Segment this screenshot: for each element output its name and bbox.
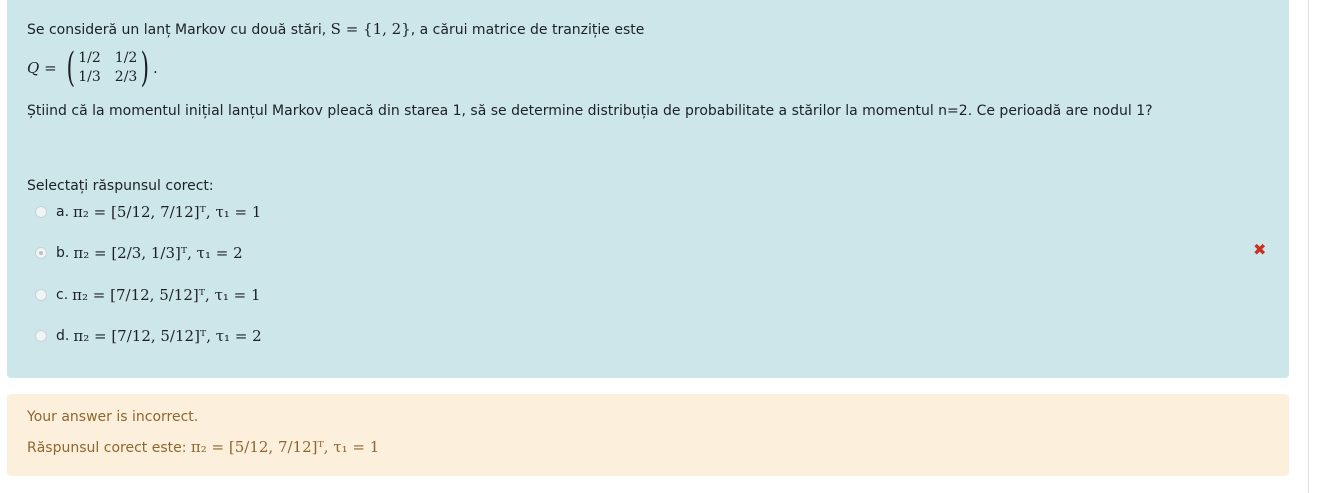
matrix-name: Q = — [27, 59, 57, 77]
answer-option-b[interactable]: b. π₂ = [2/3, 1/3]ᵀ, τ₁ = 2 — [35, 242, 243, 264]
option-formula: π₂ = [7/12, 5/12]ᵀ, τ₁ = 2 — [73, 327, 262, 345]
state-set-formula: S = {1, 2} — [330, 20, 411, 38]
question-intro-tail: , a cărui matrice de tranziție este — [410, 22, 645, 38]
answer-prompt: Selectați răspunsul corect: — [27, 178, 214, 194]
question-content-panel: Se consideră un lanț Markov cu două stăr… — [7, 0, 1289, 378]
option-letter: d. — [56, 328, 70, 344]
incorrect-icon: ✖ — [1253, 240, 1267, 259]
radio-button[interactable] — [35, 206, 47, 218]
radio-button[interactable] — [35, 330, 47, 342]
answer-option-d[interactable]: d. π₂ = [7/12, 5/12]ᵀ, τ₁ = 2 — [35, 325, 262, 347]
question-intro: Se consideră un lanț Markov cu două stăr… — [27, 20, 644, 39]
option-letter: c. — [56, 287, 69, 303]
radio-button-selected[interactable] — [35, 247, 47, 259]
correct-answer-formula: π₂ = [5/12, 7/12]ᵀ, τ₁ = 1 — [190, 438, 380, 456]
feedback-panel: Your answer is incorrect. Răspunsul core… — [7, 394, 1289, 476]
answer-option-a[interactable]: a. π₂ = [5/12, 7/12]ᵀ, τ₁ = 1 — [35, 201, 261, 223]
radio-button[interactable] — [35, 289, 47, 301]
matrix-cell: 1/2 — [78, 50, 101, 66]
option-formula: π₂ = [5/12, 7/12]ᵀ, τ₁ = 1 — [73, 203, 262, 221]
correct-answer: Răspunsul corect este: π₂ = [5/12, 7/12]… — [27, 438, 379, 456]
page-right-border — [1308, 0, 1309, 493]
option-formula: π₂ = [2/3, 1/3]ᵀ, τ₁ = 2 — [73, 244, 243, 262]
option-formula: π₂ = [7/12, 5/12]ᵀ, τ₁ = 1 — [72, 286, 261, 304]
matrix-cell: 1/2 — [114, 50, 138, 66]
correct-answer-label: Răspunsul corect este: — [27, 440, 187, 456]
answer-option-c[interactable]: c. π₂ = [7/12, 5/12]ᵀ, τ₁ = 1 — [35, 284, 261, 306]
option-letter: a. — [56, 204, 70, 220]
option-letter: b. — [56, 245, 70, 261]
matrix-tail: . — [152, 59, 158, 77]
matrix-grid: 1/2 1/2 1/3 2/3 — [78, 50, 137, 86]
question-intro-text: Se consideră un lanț Markov cu două stăr… — [27, 22, 327, 38]
question-text: Știind că la momentul inițial lanțul Mar… — [27, 103, 1153, 119]
matrix-cell: 2/3 — [114, 69, 138, 85]
transition-matrix: Q = ( 1/2 1/2 1/3 2/3 ) . — [27, 48, 158, 88]
feedback-status: Your answer is incorrect. — [27, 409, 199, 425]
right-paren: ) — [140, 45, 150, 91]
left-paren: ( — [66, 45, 75, 91]
matrix-cell: 1/3 — [78, 69, 101, 85]
